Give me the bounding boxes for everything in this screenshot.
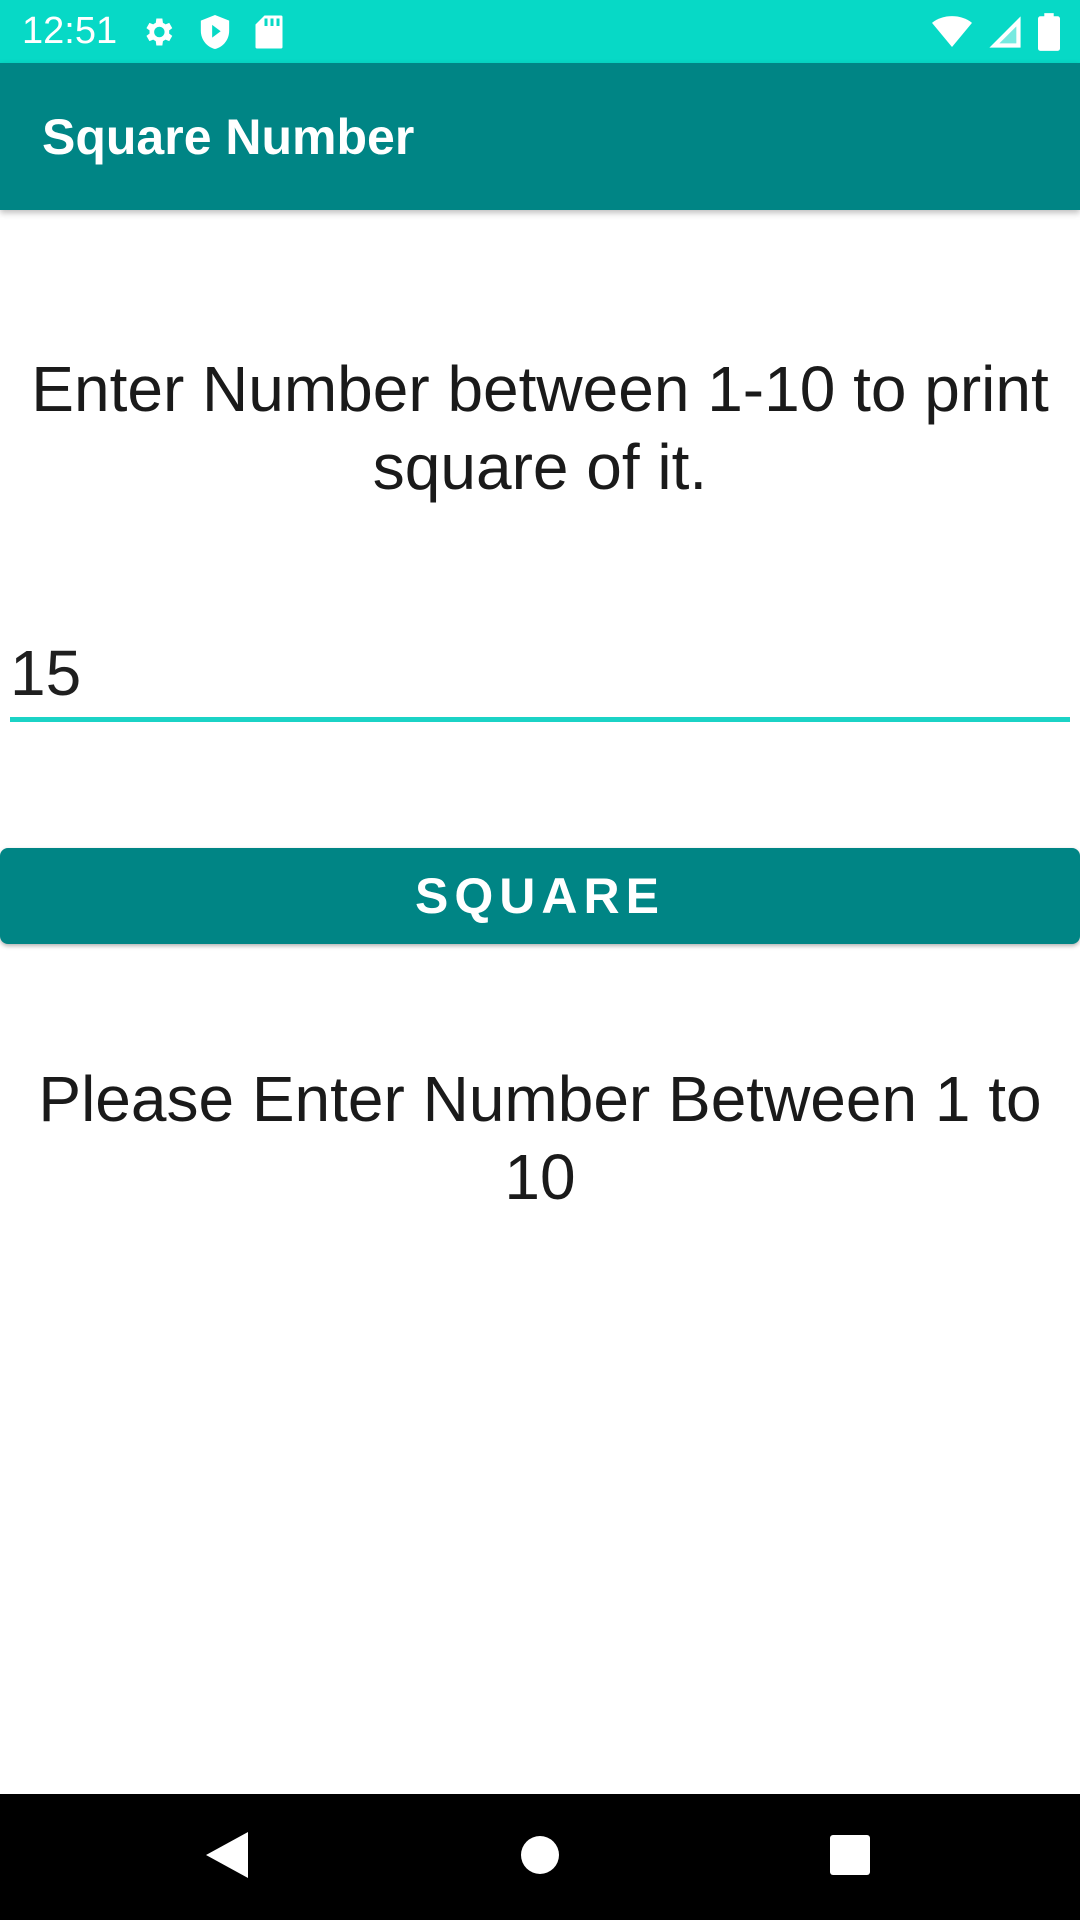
app-title: Square Number [42, 109, 415, 165]
recents-icon [829, 1834, 871, 1881]
instruction-line-2: square of it. [372, 431, 708, 503]
input-underline [10, 717, 1070, 722]
status-time: 12:51 [22, 10, 118, 52]
square-button[interactable]: SQUARE [0, 848, 1080, 944]
shield-icon [198, 13, 232, 51]
instruction-text: Enter Number between 1-10 to print squar… [0, 350, 1080, 506]
result-line-2: 10 [504, 1141, 576, 1213]
back-button[interactable] [197, 1827, 257, 1887]
recents-button[interactable] [820, 1827, 880, 1887]
status-bar: 12:51 [0, 0, 1080, 63]
cell-signal-icon [988, 15, 1022, 49]
status-icons-left [140, 12, 284, 52]
result-text: Please Enter Number Between 1 to 10 [0, 1060, 1080, 1216]
result-line-1: Please Enter Number Between 1 to [38, 1063, 1042, 1135]
navigation-bar [0, 1794, 1080, 1920]
instruction-line-1: Enter Number between 1-10 to print [31, 353, 1049, 425]
settings-icon [140, 14, 176, 50]
home-button[interactable] [510, 1827, 570, 1887]
app-bar: Square Number [0, 63, 1080, 210]
back-icon [204, 1830, 250, 1885]
home-icon [520, 1835, 560, 1880]
status-icons-right [932, 12, 1060, 52]
screen: 12:51 Square Number Enter Number between… [0, 0, 1080, 1920]
sd-card-icon [254, 14, 284, 50]
number-input[interactable] [10, 630, 1070, 716]
battery-icon [1038, 13, 1060, 51]
wifi-icon [932, 15, 972, 49]
number-input-container [10, 630, 1070, 722]
